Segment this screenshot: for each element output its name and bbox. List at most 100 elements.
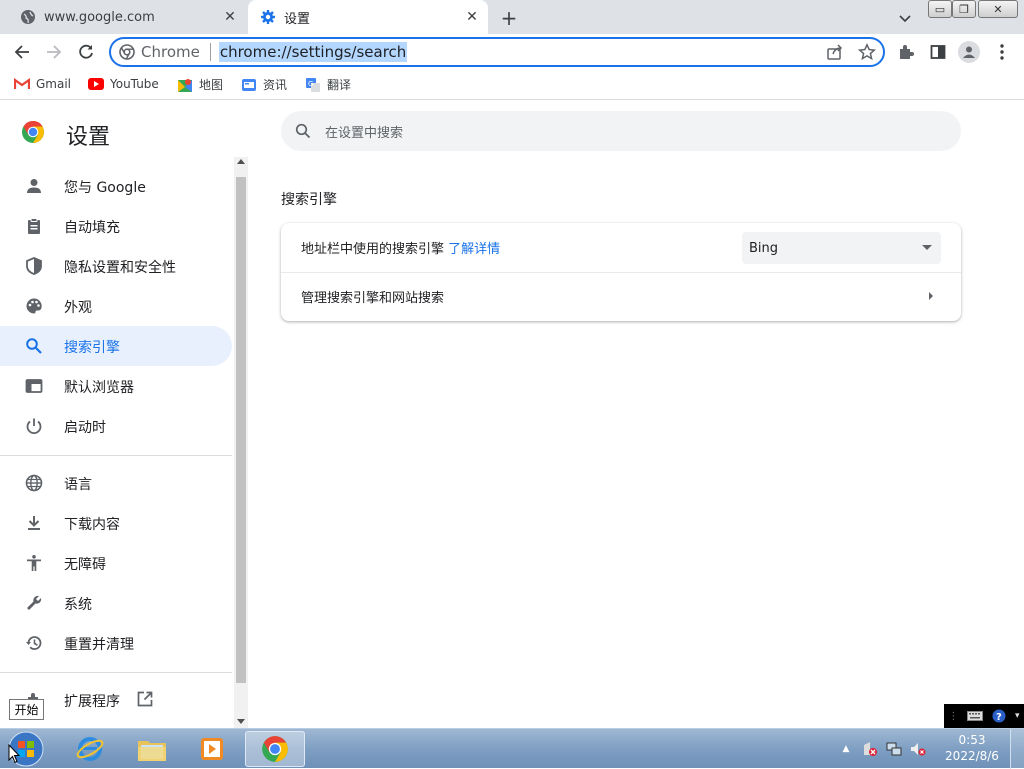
sidebar-divider: [0, 672, 232, 673]
person-icon: [24, 176, 44, 196]
volume-muted-icon[interactable]: [910, 741, 926, 757]
help-icon[interactable]: ?: [992, 709, 1006, 723]
sidebar-item-label: 搜索引擎: [64, 340, 120, 356]
start-tooltip: 开始: [9, 699, 44, 720]
bookmark-maps[interactable]: 地图: [177, 76, 223, 93]
close-tab-icon[interactable]: ✕: [222, 9, 238, 25]
taskbar-chrome[interactable]: [245, 731, 305, 767]
learn-more-link[interactable]: 了解详情: [448, 242, 500, 257]
tab-title: 设置: [284, 11, 311, 27]
show-desktop-button[interactable]: [1010, 729, 1024, 769]
bookmark-gmail[interactable]: Gmail: [14, 76, 71, 92]
sidebar-item-autofill[interactable]: 自动填充: [0, 206, 232, 246]
options-arrow-icon[interactable]: ▾: [1015, 711, 1020, 721]
selected-engine: Bing: [749, 240, 779, 256]
toolbar: Chrome chrome://settings/search: [0, 34, 1024, 70]
browser-window-icon: [24, 376, 44, 396]
new-tab-button[interactable]: +: [498, 6, 520, 30]
kebab-menu-icon[interactable]: [992, 42, 1012, 62]
clock[interactable]: 0:53 2022/8/6: [940, 732, 1004, 764]
clipboard-icon: [24, 216, 44, 236]
sidebar-item-label: 启动时: [64, 420, 106, 436]
accessibility-icon: [24, 553, 44, 573]
svg-text:?: ?: [996, 712, 1002, 723]
show-hidden-icons-arrow[interactable]: ▲: [838, 741, 854, 757]
bookmark-youtube[interactable]: YouTube: [88, 76, 159, 92]
chrome-logo-icon: [261, 735, 289, 763]
sidebar-item-you-and-google[interactable]: 您与 Google: [0, 166, 232, 206]
scroll-down-arrow-icon[interactable]: [237, 719, 245, 724]
manage-engines-label: 管理搜索引擎和网站搜索: [301, 291, 445, 306]
sidebar-item-label: 外观: [64, 300, 92, 316]
media-player-icon: [198, 735, 226, 763]
chevron-down-icon[interactable]: [896, 9, 914, 27]
grip-icon: ⋮: [948, 710, 959, 722]
sidebar-scroll-thumb[interactable]: [236, 177, 246, 683]
settings-gear-icon: [260, 9, 276, 25]
clock-date: 2022/8/6: [945, 749, 999, 763]
side-panel-icon[interactable]: [928, 42, 948, 62]
address-bar[interactable]: Chrome chrome://settings/search: [109, 37, 885, 67]
forward-arrow-icon[interactable]: [44, 42, 64, 62]
svg-text:G: G: [308, 80, 313, 88]
sidebar-item-appearance[interactable]: 外观: [0, 286, 232, 326]
sidebar-item-default-browser[interactable]: 默认浏览器: [0, 366, 232, 406]
sidebar-item-downloads[interactable]: 下载内容: [0, 503, 232, 543]
sidebar-item-system[interactable]: 系统: [0, 583, 232, 623]
restore-button[interactable]: ❐: [952, 0, 976, 18]
default-engine-label: 地址栏中使用的搜索引擎: [301, 242, 445, 257]
sidebar-item-accessibility[interactable]: 无障碍: [0, 543, 232, 583]
minimize-button[interactable]: ▭: [928, 0, 952, 18]
profile-avatar-icon[interactable]: [958, 41, 980, 63]
sidebar-item-label: 扩展程序: [64, 694, 120, 710]
taskbar: ▲ 0:53 2022/8/6: [0, 728, 1024, 769]
sidebar-item-languages[interactable]: 语言: [0, 463, 232, 503]
bookmark-label: 翻译: [327, 78, 352, 92]
sidebar-item-label: 自动填充: [64, 220, 120, 236]
maps-icon: [177, 77, 193, 93]
sidebar-divider: [0, 455, 232, 456]
taskbar-explorer[interactable]: [124, 731, 180, 767]
close-window-button[interactable]: ✕: [978, 0, 1018, 18]
page-title: 设置: [66, 125, 111, 150]
reload-icon[interactable]: [76, 42, 96, 62]
tab-title: www.google.com: [44, 9, 155, 25]
url-text[interactable]: chrome://settings/search: [218, 42, 408, 62]
news-icon: [241, 77, 257, 93]
search-engine-select[interactable]: Bing: [742, 232, 941, 264]
sidebar-item-search-engine[interactable]: 搜索引擎: [0, 326, 232, 366]
row-label: 地址栏中使用的搜索引擎 了解详情: [301, 238, 500, 257]
scroll-up-arrow-icon[interactable]: [237, 159, 245, 164]
tab-google[interactable]: www.google.com ✕: [8, 0, 246, 34]
taskbar-ie[interactable]: [62, 731, 118, 767]
sidebar-item-on-startup[interactable]: 启动时: [0, 406, 232, 446]
chrome-chip[interactable]: Chrome: [119, 43, 200, 61]
search-placeholder: 在设置中搜索: [325, 125, 404, 141]
close-tab-icon[interactable]: ✕: [464, 9, 480, 25]
download-icon: [24, 513, 44, 533]
network-icon[interactable]: [886, 741, 902, 757]
share-icon[interactable]: [825, 42, 845, 62]
extensions-puzzle-icon[interactable]: [896, 42, 916, 62]
manage-engines-row[interactable]: 管理搜索引擎和网站搜索: [281, 272, 961, 321]
search-icon: [293, 121, 313, 141]
action-center-icon[interactable]: [862, 741, 878, 757]
keyboard-icon[interactable]: [967, 710, 984, 722]
translate-icon: G: [305, 77, 321, 93]
shield-icon: [24, 256, 44, 276]
taskbar-media-player[interactable]: [184, 731, 240, 767]
internet-explorer-icon: [75, 734, 105, 764]
mouse-cursor-icon: [8, 744, 20, 764]
bookmark-news[interactable]: 资讯: [241, 76, 287, 93]
language-bar[interactable]: ⋮ ? ▾: [944, 704, 1024, 728]
bookmark-star-icon[interactable]: [857, 42, 877, 62]
palette-icon: [24, 296, 44, 316]
folder-icon: [136, 735, 168, 763]
bookmark-translate[interactable]: G 翻译: [305, 76, 351, 93]
sidebar-item-reset[interactable]: 重置并清理: [0, 623, 232, 663]
sidebar-item-privacy[interactable]: 隐私设置和安全性: [0, 246, 232, 286]
open-external-icon: [136, 690, 154, 708]
settings-search-input[interactable]: 在设置中搜索: [281, 111, 961, 151]
back-arrow-icon[interactable]: [12, 42, 32, 62]
tab-settings[interactable]: 设置 ✕: [248, 0, 488, 34]
